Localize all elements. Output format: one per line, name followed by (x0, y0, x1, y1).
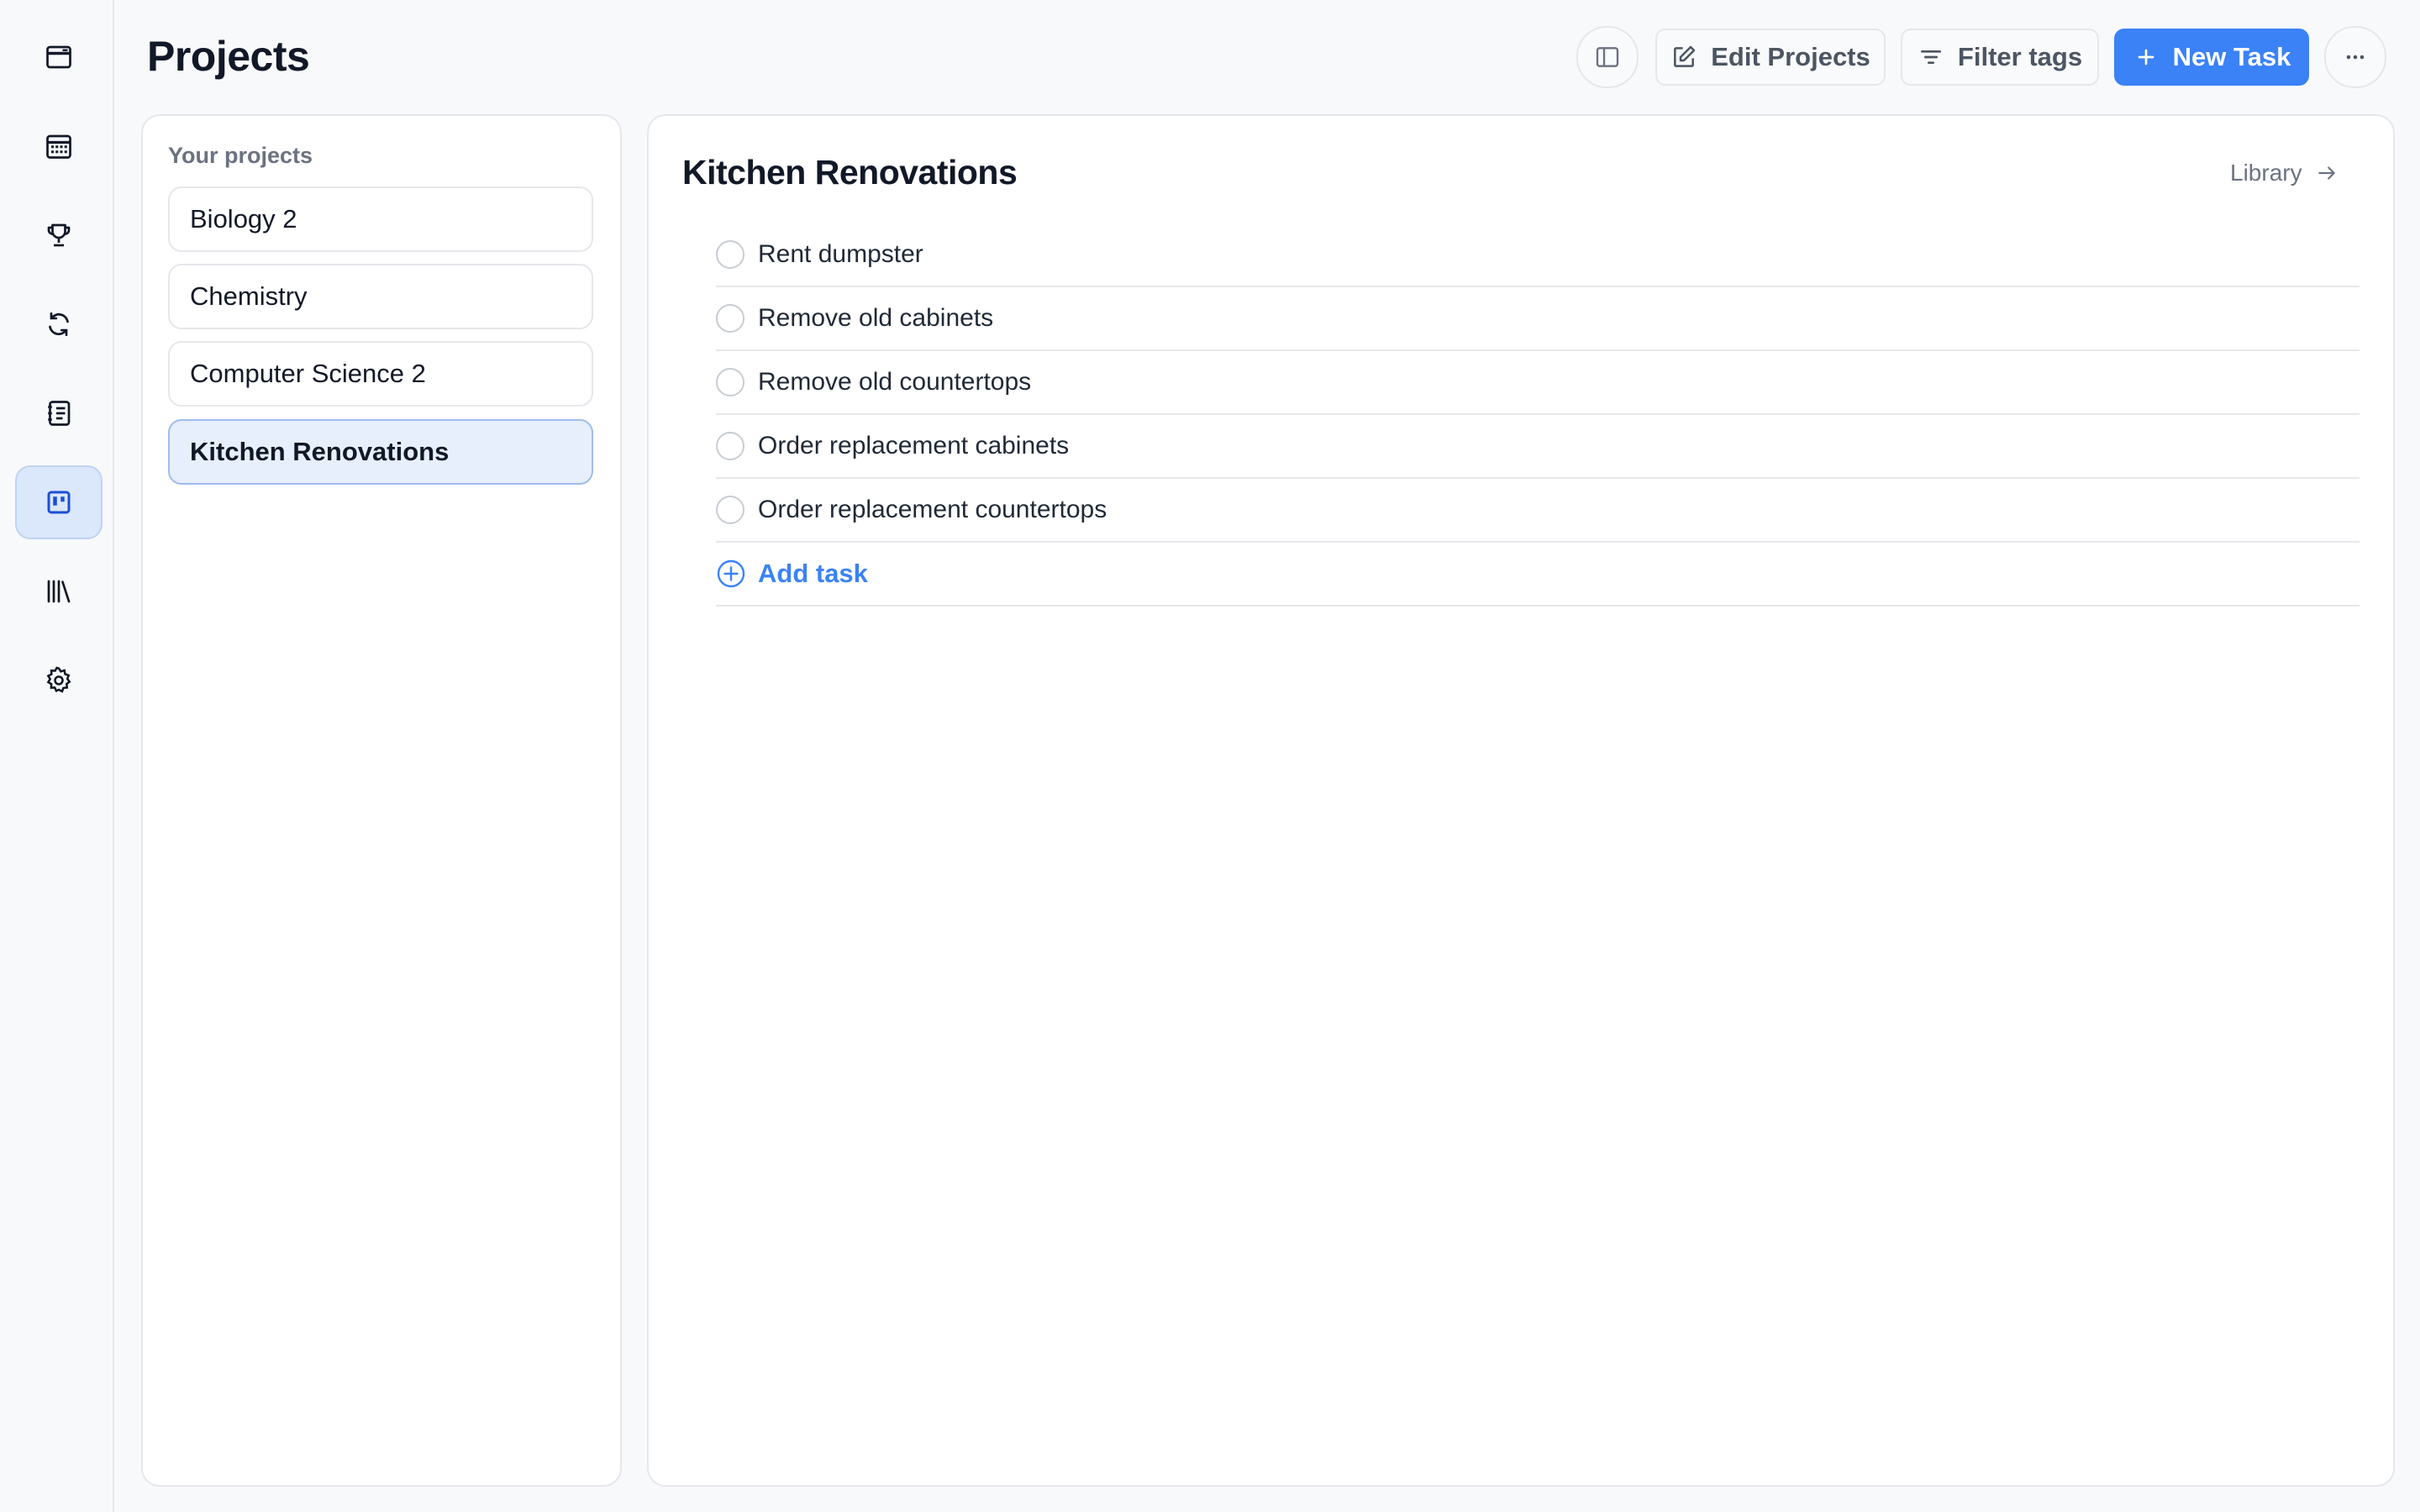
rail-item-sync[interactable] (15, 287, 103, 361)
project-item-label: Computer Science 2 (190, 359, 426, 388)
filter-icon (1920, 50, 1941, 64)
projects-heading: Your projects (168, 143, 313, 168)
sync-icon (49, 312, 69, 337)
project-item-label: Chemistry (190, 281, 308, 311)
new-task-button[interactable]: New Task (2114, 29, 2309, 86)
library-icon (47, 580, 71, 603)
task-row: Remove old cabinets (716, 287, 2360, 351)
task-checkbox[interactable] (716, 368, 744, 396)
page-title: Projects (147, 33, 310, 80)
filter-tags-button[interactable]: Filter tags (1901, 29, 2099, 86)
task-row: Rent dumpster (716, 223, 2360, 287)
new-task-label: New Task (2172, 42, 2291, 71)
project-item-chemistry[interactable]: Chemistry (168, 264, 593, 329)
toggle-sidebar-button[interactable] (1576, 26, 1639, 88)
add-circle-icon (717, 559, 745, 588)
sidebar-toggle-icon (1596, 47, 1619, 67)
rail-item-library[interactable] (15, 554, 103, 628)
add-task-label: Add task (758, 559, 868, 588)
rail-item-settings[interactable] (15, 643, 103, 717)
project-title: Kitchen Renovations (682, 153, 1018, 192)
rail-item-browser[interactable] (15, 20, 103, 94)
gear-icon (46, 666, 71, 693)
task-label[interactable]: Order replacement cabinets (758, 432, 1069, 460)
calendar-icon (46, 134, 71, 159)
rail-item-calendar[interactable] (15, 109, 103, 183)
task-label[interactable]: Order replacement countertops (758, 496, 1107, 524)
project-item-kitchen-renovations[interactable]: Kitchen Renovations (168, 419, 593, 485)
left-rail (0, 0, 114, 1512)
task-checkbox[interactable] (716, 496, 744, 524)
task-label[interactable]: Remove old countertops (758, 368, 1031, 396)
browser-window-icon (46, 45, 71, 69)
more-options-button[interactable] (2324, 26, 2386, 88)
task-label[interactable]: Rent dumpster (758, 240, 923, 269)
trophy-icon (47, 223, 71, 247)
kanban-board-icon (47, 491, 71, 514)
rail-item-trophy[interactable] (15, 198, 103, 272)
task-label[interactable]: Remove old cabinets (758, 304, 993, 333)
arrow-right-icon (2317, 166, 2335, 180)
task-row: Remove old countertops (716, 351, 2360, 415)
edit-icon (1674, 45, 1696, 67)
task-row: Order replacement cabinets (716, 415, 2360, 479)
task-checkbox[interactable] (716, 432, 744, 460)
library-link[interactable]: Library (2230, 160, 2338, 186)
rail-item-projects[interactable] (15, 465, 103, 539)
edit-projects-label: Edit Projects (1711, 42, 1870, 71)
library-label: Library (2230, 160, 2302, 186)
task-row: Order replacement countertops (716, 479, 2360, 543)
task-checkbox[interactable] (716, 304, 744, 333)
project-item-label: Kitchen Renovations (190, 437, 450, 466)
edit-projects-button[interactable]: Edit Projects (1655, 29, 1886, 86)
notes-icon (48, 401, 71, 426)
project-item-biology-2[interactable]: Biology 2 (168, 186, 593, 252)
more-horizontal-icon (2346, 55, 2365, 60)
plus-icon (2138, 49, 2154, 66)
task-checkbox[interactable] (716, 240, 744, 269)
add-task-row[interactable]: Add task (716, 543, 2360, 606)
project-item-computer-science-2[interactable]: Computer Science 2 (168, 341, 593, 407)
filter-tags-label: Filter tags (1957, 42, 2083, 71)
project-item-label: Biology 2 (190, 204, 297, 234)
rail-item-notes[interactable] (15, 376, 103, 450)
